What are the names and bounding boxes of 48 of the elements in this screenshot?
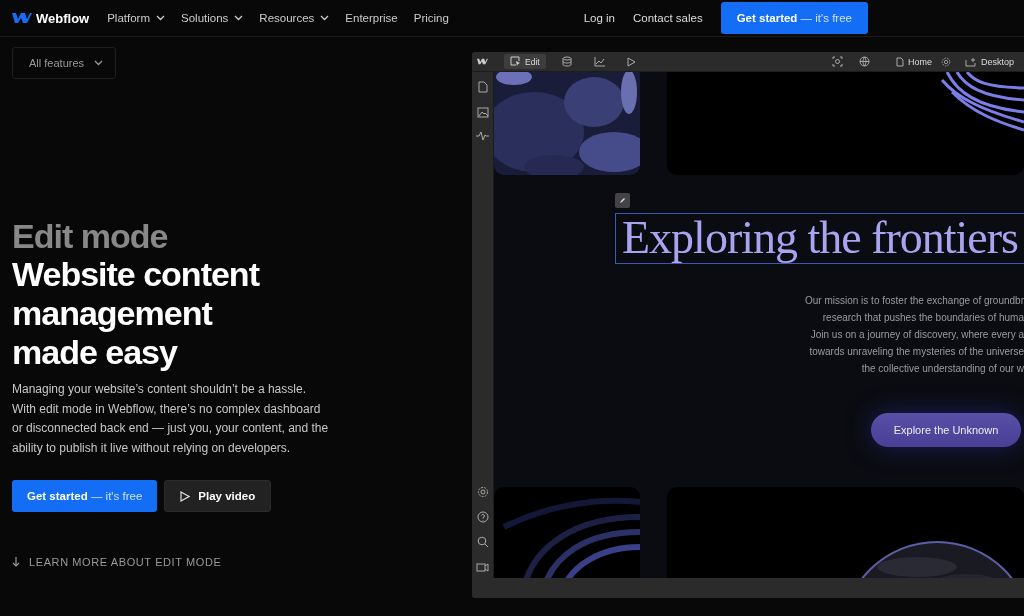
settings-icon[interactable] xyxy=(476,486,489,498)
chevron-down-icon xyxy=(94,60,104,66)
cursor-box-icon xyxy=(510,56,521,67)
breakpoint-selector[interactable]: Desktop xyxy=(980,56,1014,67)
help-icon[interactable] xyxy=(476,511,489,523)
logo-icon xyxy=(477,58,488,65)
globe-icon[interactable] xyxy=(858,56,870,67)
nav-link[interactable]: Log in xyxy=(583,12,615,24)
learn-more-link[interactable]: LEARN MORE ABOUT EDIT MODE xyxy=(29,556,222,568)
play-video-button[interactable]: Play video xyxy=(164,480,272,512)
chevron-down-icon xyxy=(234,15,244,21)
nav-link[interactable]: Contact sales xyxy=(633,12,703,24)
settings-icon[interactable] xyxy=(940,56,951,67)
database-icon xyxy=(561,56,572,67)
desktop-icon xyxy=(964,56,977,67)
line-chart-icon xyxy=(593,56,605,67)
page-selector[interactable]: Home xyxy=(907,56,932,67)
pencil-icon xyxy=(619,197,626,204)
focus-icon[interactable] xyxy=(831,56,843,67)
hero-heading: Website content management made easy xyxy=(12,255,261,372)
video-camera-icon[interactable] xyxy=(476,561,489,572)
nav-item[interactable]: Enterprise xyxy=(345,12,398,24)
logo-icon xyxy=(12,12,32,24)
nav-item[interactable]: Resources xyxy=(259,12,330,24)
image-icon[interactable] xyxy=(476,106,489,118)
page-icon xyxy=(895,56,904,67)
search-icon[interactable] xyxy=(476,536,489,548)
logo-text[interactable]: Webflow xyxy=(36,10,90,26)
hero-paragraph: Managing your website’s content shouldn’t be a hassle. With edit mode in Webflow, there’s no complex dashboard or disconnected back end — just you, your content, and the ability to publish it live without relying on developers. xyxy=(12,381,330,457)
arrow-down-icon xyxy=(12,557,20,567)
filter-dropdown[interactable]: All features xyxy=(12,47,116,79)
chevron-down-icon xyxy=(156,15,166,21)
chevron-down-icon xyxy=(320,15,330,21)
mission-paragraph: Our mission is to foster the exchange of groundbr research that pushes the boundaries of huma Join us on a journey of discovery, where every a towards unraveling the mysteries of the universe the collective understanding of our w xyxy=(805,294,1024,376)
edit-mode-tab[interactable]: Edit xyxy=(504,54,546,69)
get-started-button[interactable]: Get started — it's free xyxy=(720,2,868,34)
explore-button[interactable]: Explore the Unknown xyxy=(871,413,1021,447)
page-icon[interactable] xyxy=(477,81,488,93)
nav-item[interactable]: Platform xyxy=(107,12,166,24)
selected-heading[interactable]: Exploring the frontiers xyxy=(615,213,1024,264)
nav-item[interactable]: Solutions xyxy=(181,12,244,24)
eyebrow-heading: Edit mode xyxy=(12,217,169,255)
get-started-button[interactable]: Get started — it's free xyxy=(12,480,158,512)
activity-icon[interactable] xyxy=(476,131,489,141)
play-icon xyxy=(626,56,636,67)
edit-badge[interactable] xyxy=(615,193,630,208)
play-icon xyxy=(180,490,191,502)
nav-item[interactable]: Pricing xyxy=(413,12,449,24)
